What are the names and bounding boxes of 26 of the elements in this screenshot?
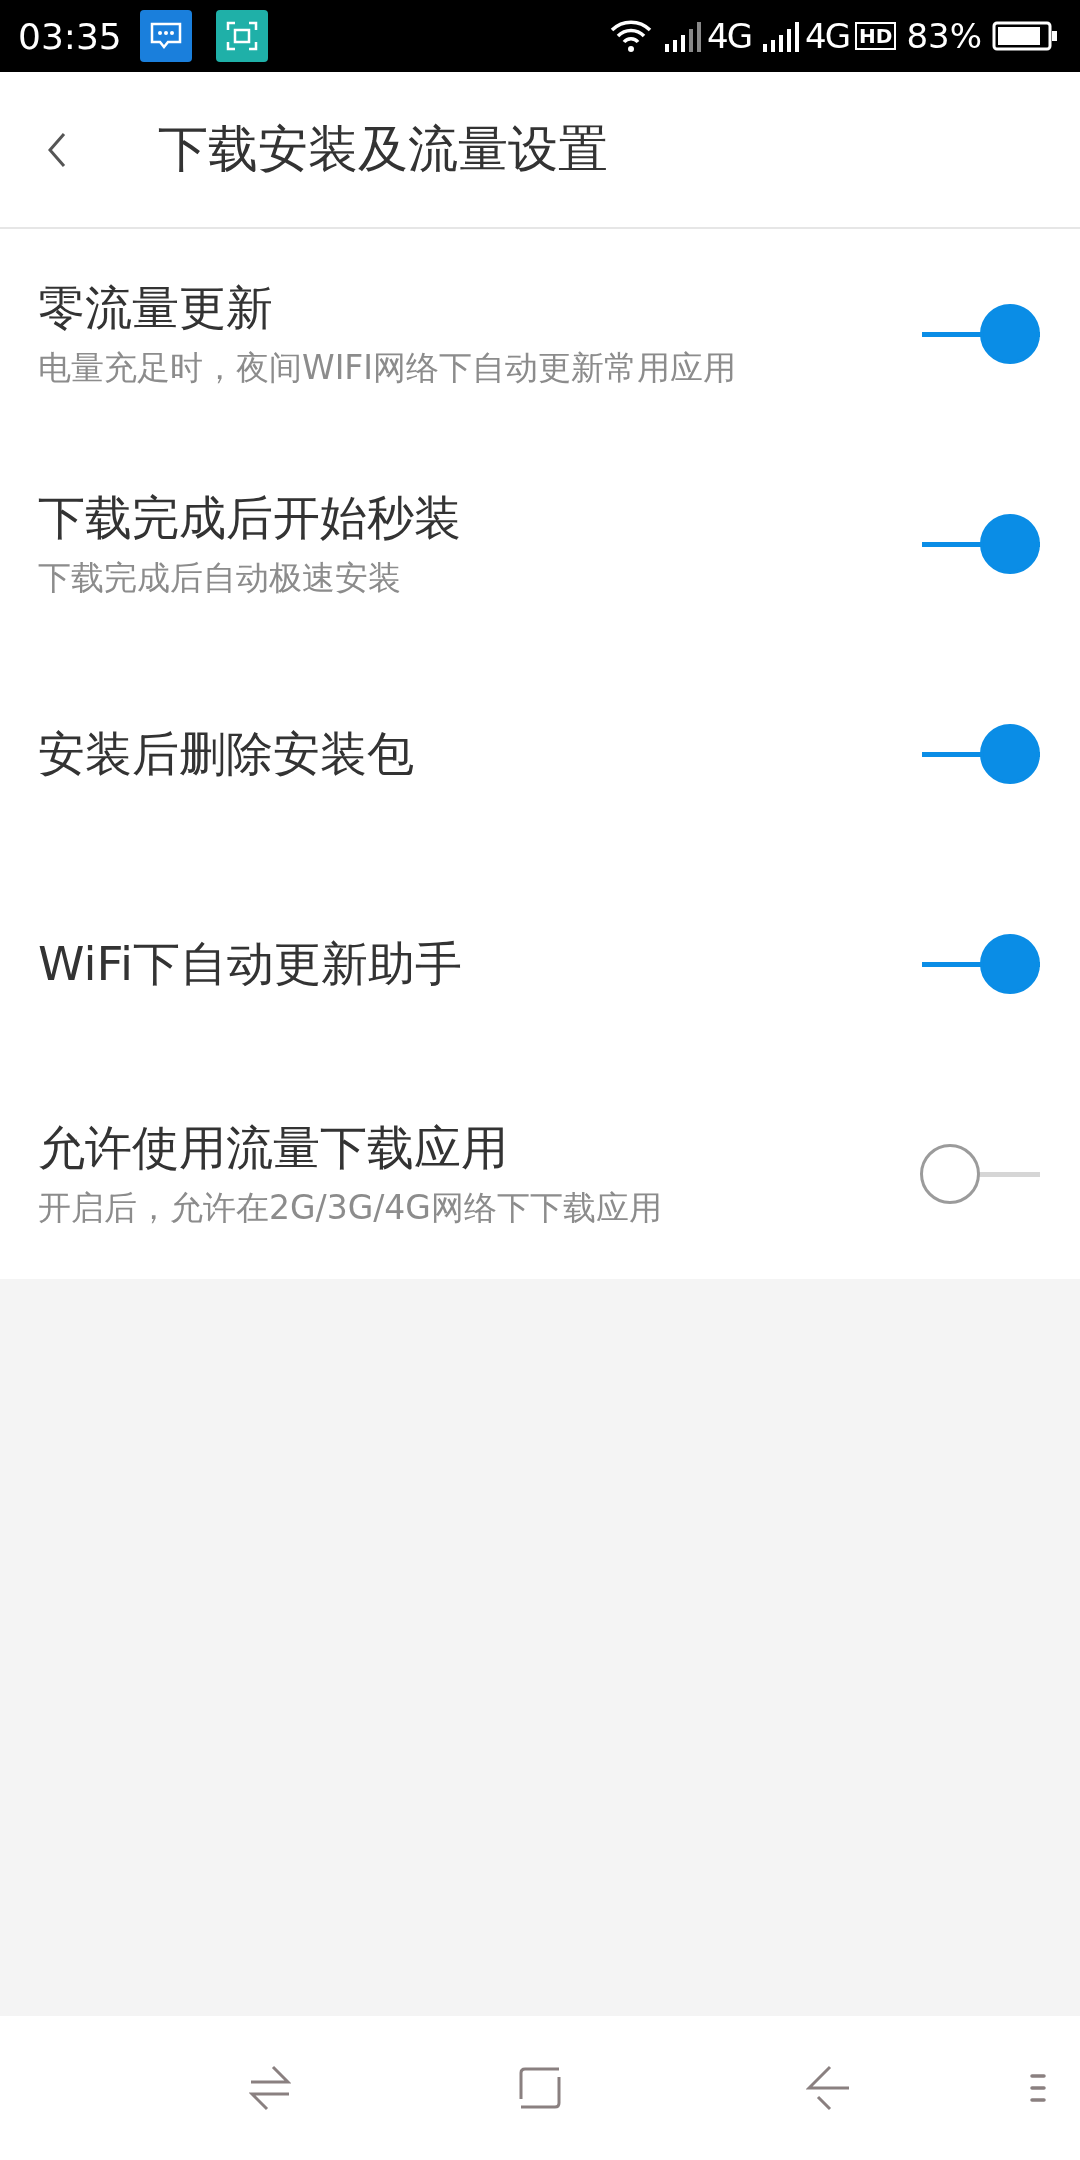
switch-arrows-icon[interactable] bbox=[249, 2065, 291, 2111]
menu-icon[interactable] bbox=[1030, 2073, 1046, 2103]
wifi-icon bbox=[609, 18, 654, 54]
setting-title: 允许使用流量下载应用 bbox=[38, 1119, 509, 1177]
toggle-switch[interactable] bbox=[920, 1143, 1042, 1205]
screenshot-icon bbox=[215, 10, 268, 62]
toggle-switch[interactable] bbox=[920, 303, 1042, 365]
hd-badge: HD bbox=[855, 22, 897, 50]
message-icon bbox=[139, 10, 192, 62]
setting-description: 下载完成后自动极速安装 bbox=[38, 557, 402, 599]
setting-description: 开启后，允许在2G/3G/4G网络下下载应用 bbox=[38, 1187, 662, 1229]
battery-icon bbox=[992, 21, 1058, 51]
toggle-switch[interactable] bbox=[920, 513, 1042, 575]
network-type: 4G bbox=[707, 16, 752, 56]
page-title: 下载安装及流量设置 bbox=[158, 119, 608, 180]
setting-description: 电量充足时，夜间WIFI网络下自动更新常用应用 bbox=[38, 347, 737, 389]
clock: 03:35 bbox=[18, 15, 122, 57]
toggle-switch[interactable] bbox=[920, 723, 1042, 785]
battery-level: 83% bbox=[906, 16, 982, 56]
setting-title: 零流量更新 bbox=[38, 279, 274, 337]
back-arrow-icon[interactable] bbox=[806, 2065, 850, 2111]
network-type: 4G bbox=[805, 16, 850, 56]
setting-title: WiFi下自动更新助手 bbox=[38, 934, 463, 993]
setting-title: 安装后删除安装包 bbox=[38, 724, 414, 783]
toggle-switch[interactable] bbox=[920, 933, 1042, 995]
setting-title: 下载完成后开始秒装 bbox=[38, 489, 461, 547]
